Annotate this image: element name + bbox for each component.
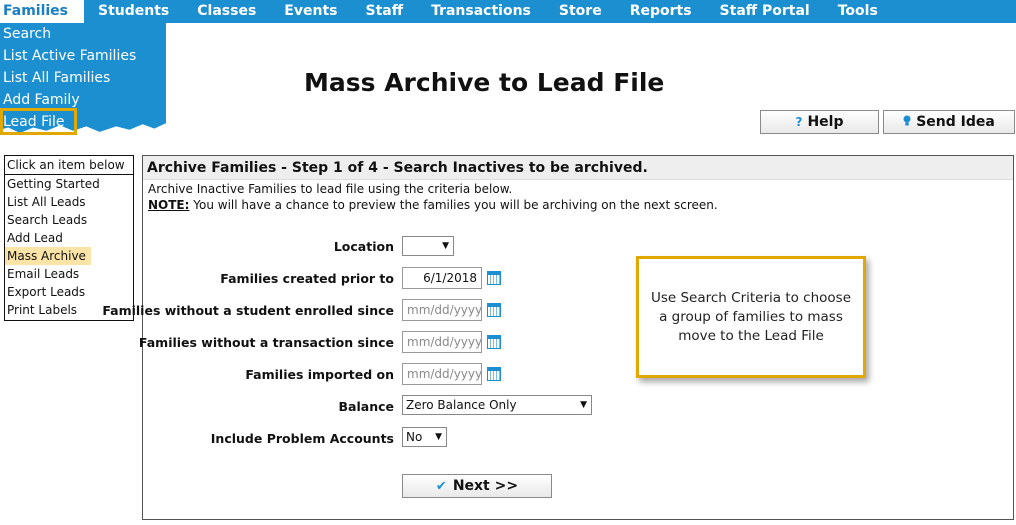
lead-file-highlight-box (0, 108, 77, 135)
side-menu-item-search-leads[interactable]: Search Leads (5, 211, 133, 229)
problem-accounts-select-value: No (406, 430, 423, 444)
side-menu-item-export-leads[interactable]: Export Leads (5, 283, 133, 301)
no-transaction-since-label: Families without a transaction since (138, 335, 394, 350)
checkmark-icon: ✔ (435, 478, 447, 494)
intro-text: Archive Inactive Families to lead file u… (148, 182, 513, 196)
top-nav: Families Students Classes Events Staff T… (0, 0, 1016, 23)
location-select[interactable]: ▼ (402, 236, 454, 256)
page-title: Mass Archive to Lead File (304, 68, 665, 97)
side-menu-item-mass-archive[interactable]: Mass Archive (5, 247, 91, 265)
side-menu-item-email-leads[interactable]: Email Leads (5, 265, 133, 283)
lightbulb-icon (903, 115, 911, 130)
created-prior-label: Families created prior to (220, 271, 394, 286)
tab-staff[interactable]: Staff (351, 0, 417, 23)
send-idea-button[interactable]: Send Idea (883, 110, 1015, 134)
note-label: NOTE: (148, 198, 190, 212)
note-text: You will have a chance to preview the fa… (189, 198, 718, 212)
tab-students[interactable]: Students (84, 0, 183, 23)
help-button-label: Help (807, 114, 844, 130)
tab-store[interactable]: Store (545, 0, 616, 23)
problem-accounts-label: Include Problem Accounts (210, 431, 394, 446)
balance-select[interactable]: Zero Balance Only ▼ (402, 395, 592, 415)
balance-select-value: Zero Balance Only (406, 398, 517, 412)
side-menu-item-getting-started[interactable]: Getting Started (5, 175, 133, 193)
menu-item-list-active-families[interactable]: List Active Families (0, 45, 166, 67)
balance-label: Balance (338, 399, 394, 414)
location-label: Location (333, 239, 394, 254)
next-button-label: Next >> (452, 478, 519, 494)
tab-events[interactable]: Events (270, 0, 351, 23)
menu-item-search[interactable]: Search (0, 23, 166, 45)
note-line: NOTE: You will have a chance to preview … (148, 197, 718, 213)
calendar-icon[interactable] (487, 367, 501, 381)
next-button[interactable]: ✔ Next >> (402, 474, 552, 498)
tab-staff-portal[interactable]: Staff Portal (706, 0, 824, 23)
chevron-down-icon: ▼ (580, 400, 587, 410)
no-transaction-since-date-field[interactable]: mm/dd/yyyy (402, 331, 482, 353)
chevron-down-icon: ▼ (435, 432, 442, 442)
tab-families[interactable]: Families (0, 0, 85, 23)
tab-transactions[interactable]: Transactions (417, 0, 545, 23)
created-prior-date-field[interactable]: 6/1/2018 (402, 267, 482, 289)
calendar-icon[interactable] (487, 303, 501, 317)
calendar-icon[interactable] (487, 271, 501, 285)
tab-classes[interactable]: Classes (183, 0, 270, 23)
imported-on-date-field[interactable]: mm/dd/yyyy (402, 363, 482, 385)
archive-families-panel: Archive Families - Step 1 of 4 - Search … (102, 155, 1014, 520)
side-menu-header: Click an item below (5, 156, 133, 175)
imported-on-label: Families imported on (245, 367, 394, 382)
no-student-since-date-field[interactable]: mm/dd/yyyy (402, 299, 482, 321)
chevron-down-icon: ▼ (442, 241, 449, 251)
panel-intro: Archive Inactive Families to lead file u… (148, 181, 718, 213)
panel-header: Archive Families - Step 1 of 4 - Search … (143, 156, 1013, 180)
calendar-icon[interactable] (487, 335, 501, 349)
question-icon: ? (795, 115, 803, 129)
menu-item-list-all-families[interactable]: List All Families (0, 67, 166, 89)
no-student-since-label: Families without a student enrolled sinc… (102, 303, 394, 318)
side-menu-item-list-all-leads[interactable]: List All Leads (5, 193, 133, 211)
tab-tools[interactable]: Tools (824, 0, 892, 23)
instruction-callout: Use Search Criteria to choose a group of… (636, 256, 866, 378)
problem-accounts-select[interactable]: No ▼ (402, 427, 447, 447)
side-menu-item-add-lead[interactable]: Add Lead (5, 229, 133, 247)
tab-reports[interactable]: Reports (616, 0, 706, 23)
lead-file-side-menu: Click an item below Getting Started List… (4, 155, 134, 321)
help-button[interactable]: ? Help (760, 110, 879, 134)
send-idea-button-label: Send Idea (916, 114, 995, 130)
